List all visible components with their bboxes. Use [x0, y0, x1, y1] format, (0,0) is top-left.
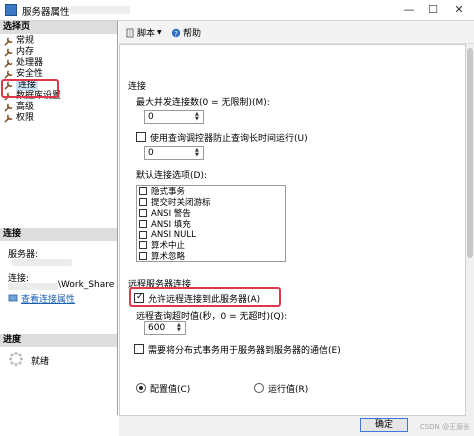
query-governor-value: 0: [148, 148, 154, 158]
running-values-label: 运行值(R): [268, 385, 309, 395]
server-properties-icon: [5, 4, 17, 16]
script-button[interactable]: 脚本 ▼: [125, 26, 162, 39]
radio-selected-dot: [139, 386, 143, 390]
nav-item-label: 常规: [16, 36, 35, 46]
nav-item-label: 处理器: [16, 58, 44, 68]
wrench-icon: [4, 48, 13, 57]
ok-button[interactable]: 确定: [360, 418, 408, 432]
max-connections-value: 0: [148, 112, 154, 122]
wrench-icon: [4, 103, 13, 112]
connection-value: \Work_Share: [58, 280, 115, 290]
close-button[interactable]: ✕: [448, 2, 470, 18]
connection-properties-icon: [8, 294, 18, 302]
max-connections-input[interactable]: 0 ▲ ▼: [144, 110, 204, 124]
properties-scroll-area: 连接 最大并发连接数(0 = 无限制)(M): 0 ▲ ▼ 使用查询调控器防止查询…: [119, 44, 466, 416]
help-button[interactable]: ? 帮助: [171, 26, 201, 39]
configured-values-label: 配置值(C): [150, 385, 191, 395]
script-icon: [126, 28, 134, 37]
nav-item-label: 高级: [16, 102, 35, 112]
nav-item-memory[interactable]: 内存: [4, 47, 61, 58]
list-item[interactable]: 隐式事务: [137, 186, 285, 197]
title-bar: 服务器属性 - — ☐ ✕: [0, 0, 474, 21]
list-item[interactable]: 算术中止: [137, 240, 285, 251]
progress-header: 进度: [0, 334, 117, 347]
toolbar: 脚本 ▼ ? 帮助: [119, 21, 474, 44]
option-checkbox[interactable]: [139, 219, 147, 228]
remote-timeout-value: 600: [148, 323, 166, 333]
require-dtc-label: 需要将分布式事务用于服务器到服务器的通信(E): [148, 346, 341, 356]
server-name-redacted: [70, 6, 130, 14]
server-name-redacted: [12, 259, 72, 266]
minimize-button[interactable]: —: [398, 2, 420, 18]
help-icon: ?: [171, 28, 181, 38]
progress-spinner-icon: [9, 352, 23, 366]
list-item[interactable]: ANSI 警告: [137, 208, 285, 219]
option-checkbox[interactable]: [139, 208, 147, 217]
nav-item-label: 内存: [16, 47, 35, 57]
query-governor-checkbox[interactable]: [136, 132, 146, 142]
dialog-footer: 确定 CSDN @王源长: [119, 416, 474, 436]
progress-status: 就绪: [31, 357, 50, 367]
list-item[interactable]: 算术忽略: [137, 251, 285, 262]
running-values-radio[interactable]: [254, 383, 264, 393]
connection-user-redacted: [8, 283, 58, 290]
option-label: ANSI 填充: [151, 219, 191, 230]
default-options-label: 默认连接选项(D):: [136, 171, 207, 181]
option-checkbox[interactable]: [139, 252, 147, 261]
option-checkbox[interactable]: [139, 198, 147, 207]
nav-item-advanced[interactable]: 高级: [4, 102, 61, 113]
highlight-allow-remote-box: [129, 287, 281, 307]
left-pane: 选择页 常规 内存 处理器 安全性 连接 数据库设置 高级 权限 连接 服务器:…: [0, 21, 118, 415]
max-connections-label: 最大并发连接数(0 = 无限制)(M):: [136, 98, 270, 108]
watermark: CSDN @王源长: [419, 423, 470, 431]
configured-values-radio[interactable]: [136, 383, 146, 393]
right-pane: 脚本 ▼ ? 帮助 连接 最大并发连接数(0 = 无限制)(M): 0 ▲ ▼ 使…: [119, 21, 474, 436]
list-item[interactable]: ANSI NULL: [137, 229, 285, 240]
connection-header: 连接: [0, 228, 117, 241]
option-label: ANSI NULL: [151, 229, 196, 240]
wrench-icon: [4, 70, 13, 79]
nav-item-permissions[interactable]: 权限: [4, 113, 61, 124]
view-connection-properties-link[interactable]: 查看连接属性: [21, 292, 75, 305]
wrench-icon: [4, 59, 13, 68]
list-item[interactable]: ANSI 填充: [137, 218, 285, 230]
option-checkbox[interactable]: [139, 187, 147, 196]
wrench-icon: [4, 37, 13, 46]
chevron-down-icon: ▼: [157, 29, 162, 36]
option-checkbox[interactable]: [139, 230, 147, 239]
query-governor-label: 使用查询调控器防止查询长时间运行(U): [150, 134, 308, 144]
help-label: 帮助: [183, 29, 202, 39]
nav-item-general[interactable]: 常规: [4, 36, 61, 47]
remote-timeout-input[interactable]: 600 ▲ ▼: [144, 321, 186, 335]
nav-item-processors[interactable]: 处理器: [4, 58, 61, 69]
default-options-list[interactable]: 隐式事务 提交时关闭游标 ANSI 警告 ANSI 填充 ANSI NULL 算…: [136, 185, 286, 262]
vertical-scrollbar[interactable]: [466, 44, 474, 416]
wrench-icon: [4, 114, 13, 123]
scrollbar-thumb[interactable]: [467, 48, 473, 258]
spinner-arrows-icon[interactable]: ▲ ▼: [195, 148, 202, 158]
connections-section-title: 连接: [128, 82, 147, 92]
highlight-connections-box: [1, 79, 59, 98]
spinner-arrows-icon[interactable]: ▲ ▼: [195, 112, 202, 122]
list-item[interactable]: 提交时关闭游标: [137, 197, 285, 208]
require-dtc-checkbox[interactable]: [134, 344, 144, 354]
nav-item-label: 权限: [16, 113, 35, 123]
svg-text:?: ?: [174, 30, 178, 38]
query-governor-input[interactable]: 0 ▲ ▼: [144, 146, 204, 160]
option-label: 算术忽略: [151, 252, 186, 262]
option-checkbox[interactable]: [139, 241, 147, 250]
window-title: 服务器属性 -: [22, 7, 76, 18]
maximize-button[interactable]: ☐: [422, 2, 444, 18]
select-page-header: 选择页: [0, 21, 117, 34]
script-label: 脚本: [137, 29, 156, 39]
spinner-arrows-icon[interactable]: ▲ ▼: [177, 323, 184, 333]
